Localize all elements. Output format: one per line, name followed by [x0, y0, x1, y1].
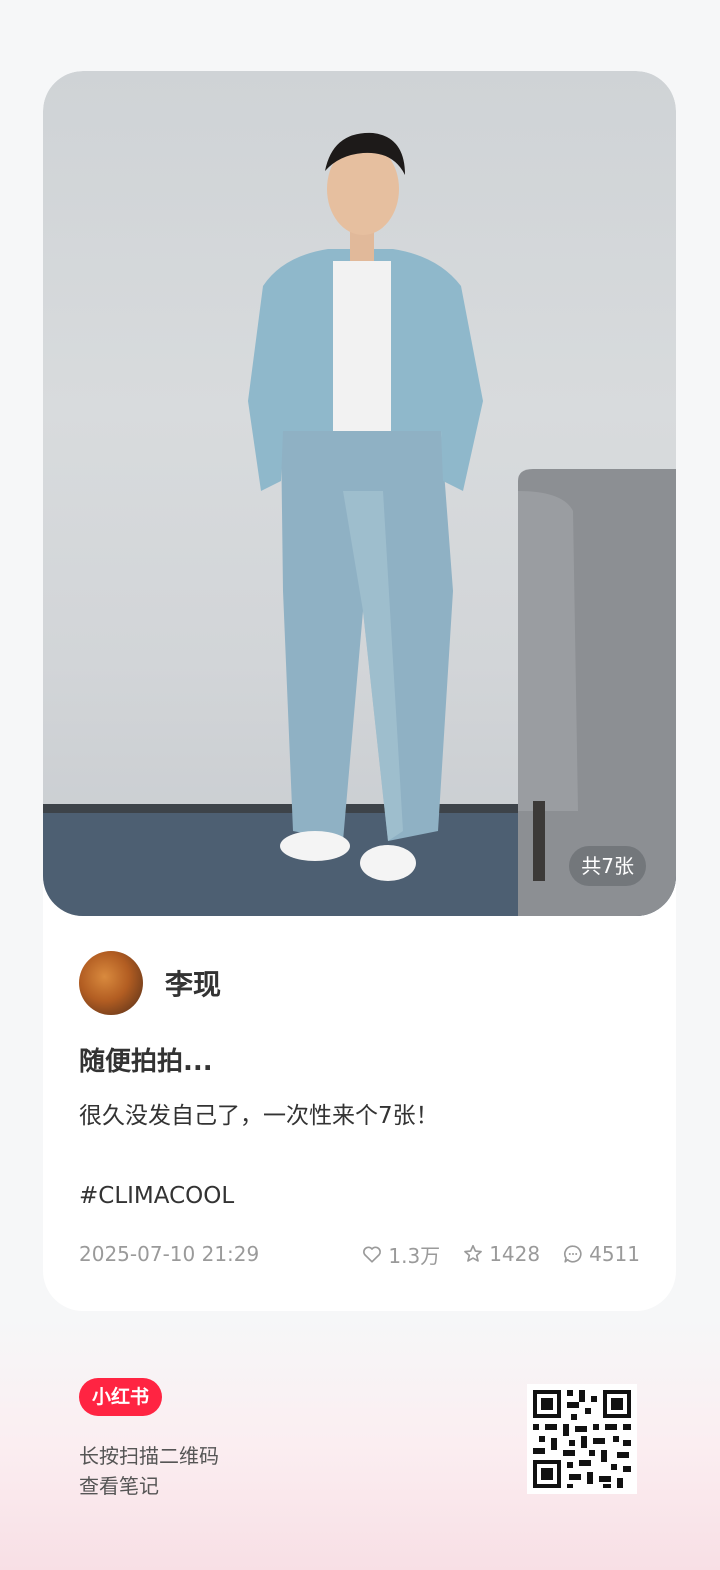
post-timestamp: 2025-07-10 21:29 [79, 1242, 260, 1266]
note-card[interactable]: 共7张 李现 随便拍拍... 很久没发自己了，一次性来个7张！ #CLIMACO… [43, 71, 676, 1311]
note-description: 很久没发自己了，一次性来个7张！ [79, 1103, 439, 1129]
xiaohongshu-logo: 小红书 [79, 1378, 162, 1416]
qr-code[interactable] [527, 1384, 637, 1494]
hashtag-link[interactable]: #CLIMACOOL [79, 1183, 234, 1209]
author-row[interactable]: 李现 [79, 951, 221, 1015]
star-icon [464, 1244, 483, 1262]
cover-photo[interactable]: 共7张 [43, 71, 676, 916]
image-count-badge: 共7张 [569, 846, 646, 886]
author-name[interactable]: 李现 [165, 963, 221, 1003]
like-count: 1.3万 [388, 1243, 441, 1268]
note-meta: 2025-07-10 21:29 1.3万 1428 4511 [79, 1239, 640, 1269]
like-stat[interactable]: 1.3万 [361, 1240, 440, 1269]
favorite-count: 1428 [489, 1242, 541, 1266]
scan-hint-line1: 长按扫描二维码 [79, 1444, 219, 1468]
avatar[interactable] [79, 951, 143, 1015]
qr-code-image [527, 1384, 637, 1494]
comment-icon [564, 1245, 582, 1263]
comment-count: 4511 [589, 1242, 640, 1266]
engagement-stats: 1.3万 1428 4511 [361, 1240, 640, 1269]
note-title: 随便拍拍... [79, 1047, 213, 1077]
heart-icon [363, 1246, 382, 1263]
favorite-stat[interactable]: 1428 [462, 1242, 540, 1266]
cover-photo-illustration [43, 132, 676, 916]
comment-stat[interactable]: 4511 [562, 1242, 640, 1266]
scan-hint-line2: 查看笔记 [79, 1474, 159, 1498]
